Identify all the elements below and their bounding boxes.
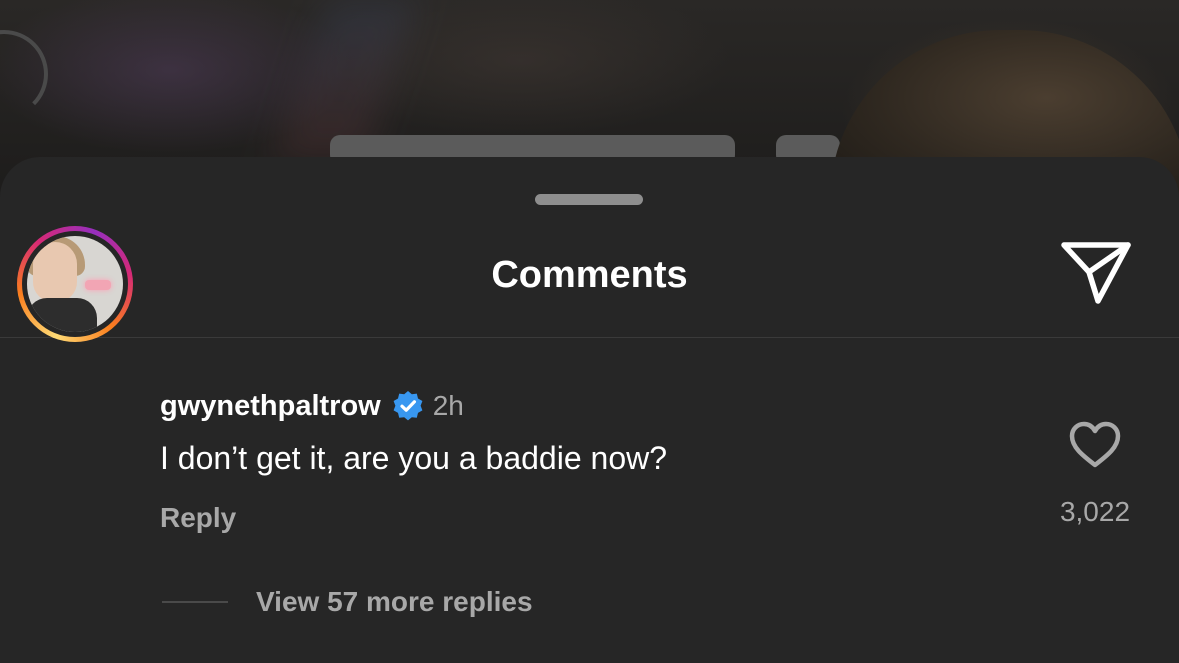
comment-timestamp: 2h — [432, 390, 464, 421]
header-divider — [0, 337, 1179, 338]
sheet-grabber-handle[interactable] — [535, 194, 643, 205]
reply-button[interactable]: Reply — [160, 500, 236, 536]
view-more-replies-button[interactable]: View 57 more replies — [256, 584, 533, 620]
heart-icon — [1069, 421, 1121, 468]
comment-text: I don’t get it, are you a baddie now? — [160, 440, 668, 476]
avatar — [27, 236, 123, 332]
replies-connector-line — [162, 601, 228, 603]
comment-username[interactable]: gwynethpaltrow — [160, 390, 381, 423]
avatar-ring-gap — [22, 231, 128, 337]
avatar-story-ring[interactable] — [17, 226, 133, 342]
screen: Comments gwynethpaltrow 2h I don’t get i… — [0, 0, 1179, 663]
verified-badge-icon — [393, 391, 423, 421]
like-count: 3,022 — [1059, 496, 1131, 527]
paper-plane-icon — [1061, 242, 1131, 304]
share-button[interactable] — [1058, 239, 1134, 307]
avatar-neon-sign — [85, 280, 111, 290]
background-arc — [0, 30, 48, 118]
avatar-face — [33, 242, 77, 302]
comment-header: gwynethpaltrow 2h — [160, 386, 464, 426]
avatar-shirt — [27, 298, 97, 332]
sheet-title: Comments — [491, 254, 688, 296]
like-button[interactable] — [1068, 420, 1122, 470]
